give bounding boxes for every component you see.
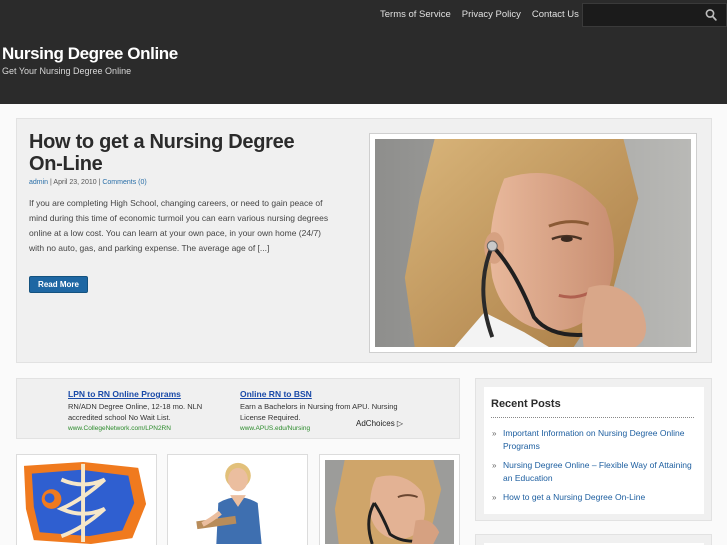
search-input[interactable] — [591, 7, 707, 23]
ad-block: LPN to RN Online Programs RN/ADN Degree … — [16, 378, 460, 439]
list-item: » Nursing Degree Online – Flexible Way o… — [492, 459, 697, 485]
post-thumbnail[interactable] — [167, 454, 308, 545]
site-tagline: Get Your Nursing Degree Online — [2, 66, 132, 76]
list-item: » Important Information on Nursing Degre… — [492, 427, 697, 453]
site-title[interactable]: Nursing Degree Online — [2, 44, 178, 64]
caduceus-logo-image — [22, 460, 151, 544]
next-sidebar-widget — [475, 534, 712, 545]
widget-body: Recent Posts » Important Information on … — [484, 387, 704, 514]
search-icon[interactable] — [705, 8, 717, 22]
widget-divider — [491, 417, 694, 418]
post-thumbnail[interactable] — [319, 454, 460, 545]
nav-contact-us[interactable]: Contact Us — [532, 9, 579, 21]
recent-posts-list: » Important Information on Nursing Degre… — [492, 427, 697, 510]
recent-post-link[interactable]: Important Information on Nursing Degree … — [503, 428, 684, 451]
read-more-button[interactable]: Read More — [29, 276, 88, 293]
site-header: Terms of Service Privacy Policy Contact … — [0, 0, 727, 104]
featured-image[interactable] — [369, 133, 697, 353]
main-content: How to get a Nursing Degree On-Line admi… — [0, 104, 727, 545]
post-title[interactable]: How to get a Nursing Degree On-Line — [29, 131, 329, 175]
top-nav: Terms of Service Privacy Policy Contact … — [380, 9, 579, 21]
featured-post: How to get a Nursing Degree On-Line admi… — [16, 118, 712, 363]
meta-separator: | — [98, 179, 101, 186]
post-excerpt: If you are completing High School, chang… — [29, 198, 329, 253]
list-item: » How to get a Nursing Degree On-Line — [492, 491, 697, 504]
nav-terms-of-service[interactable]: Terms of Service — [380, 9, 451, 21]
search-box — [582, 3, 727, 27]
bullet-icon: » — [492, 461, 497, 470]
post-thumbnail[interactable] — [16, 454, 157, 545]
ad-unit[interactable]: LPN to RN Online Programs RN/ADN Degree … — [68, 389, 238, 432]
widget-title: Recent Posts — [491, 398, 561, 410]
post-meta: admin | April 23, 2010 | Comments (0) — [29, 179, 147, 186]
nav-privacy-policy[interactable]: Privacy Policy — [462, 9, 521, 21]
nurse-stethoscope-thumb — [325, 460, 454, 544]
post-author-link[interactable]: admin — [29, 179, 48, 186]
nurse-stethoscope-photo — [375, 139, 691, 347]
recent-post-link[interactable]: Nursing Degree Online – Flexible Way of … — [503, 460, 692, 483]
bullet-icon: » — [492, 429, 497, 438]
nurse-with-clipboard-image — [173, 460, 302, 544]
ad-title-link[interactable]: LPN to RN Online Programs — [68, 389, 238, 399]
recent-post-link[interactable]: How to get a Nursing Degree On-Line — [503, 492, 645, 502]
ad-url[interactable]: www.CollegeNetwork.com/LPN2RN — [68, 425, 238, 432]
adchoices-badge[interactable]: AdChoices ▷ — [356, 419, 403, 428]
ad-title-link[interactable]: Online RN to BSN — [240, 389, 410, 399]
bullet-icon: » — [492, 493, 497, 502]
recent-posts-widget: Recent Posts » Important Information on … — [475, 378, 712, 521]
post-date: April 23, 2010 — [53, 179, 97, 186]
ad-text: RN/ADN Degree Online, 12-18 mo. NLN accr… — [68, 402, 203, 422]
post-comments-link[interactable]: Comments (0) — [102, 179, 146, 186]
meta-separator: | — [50, 179, 52, 186]
